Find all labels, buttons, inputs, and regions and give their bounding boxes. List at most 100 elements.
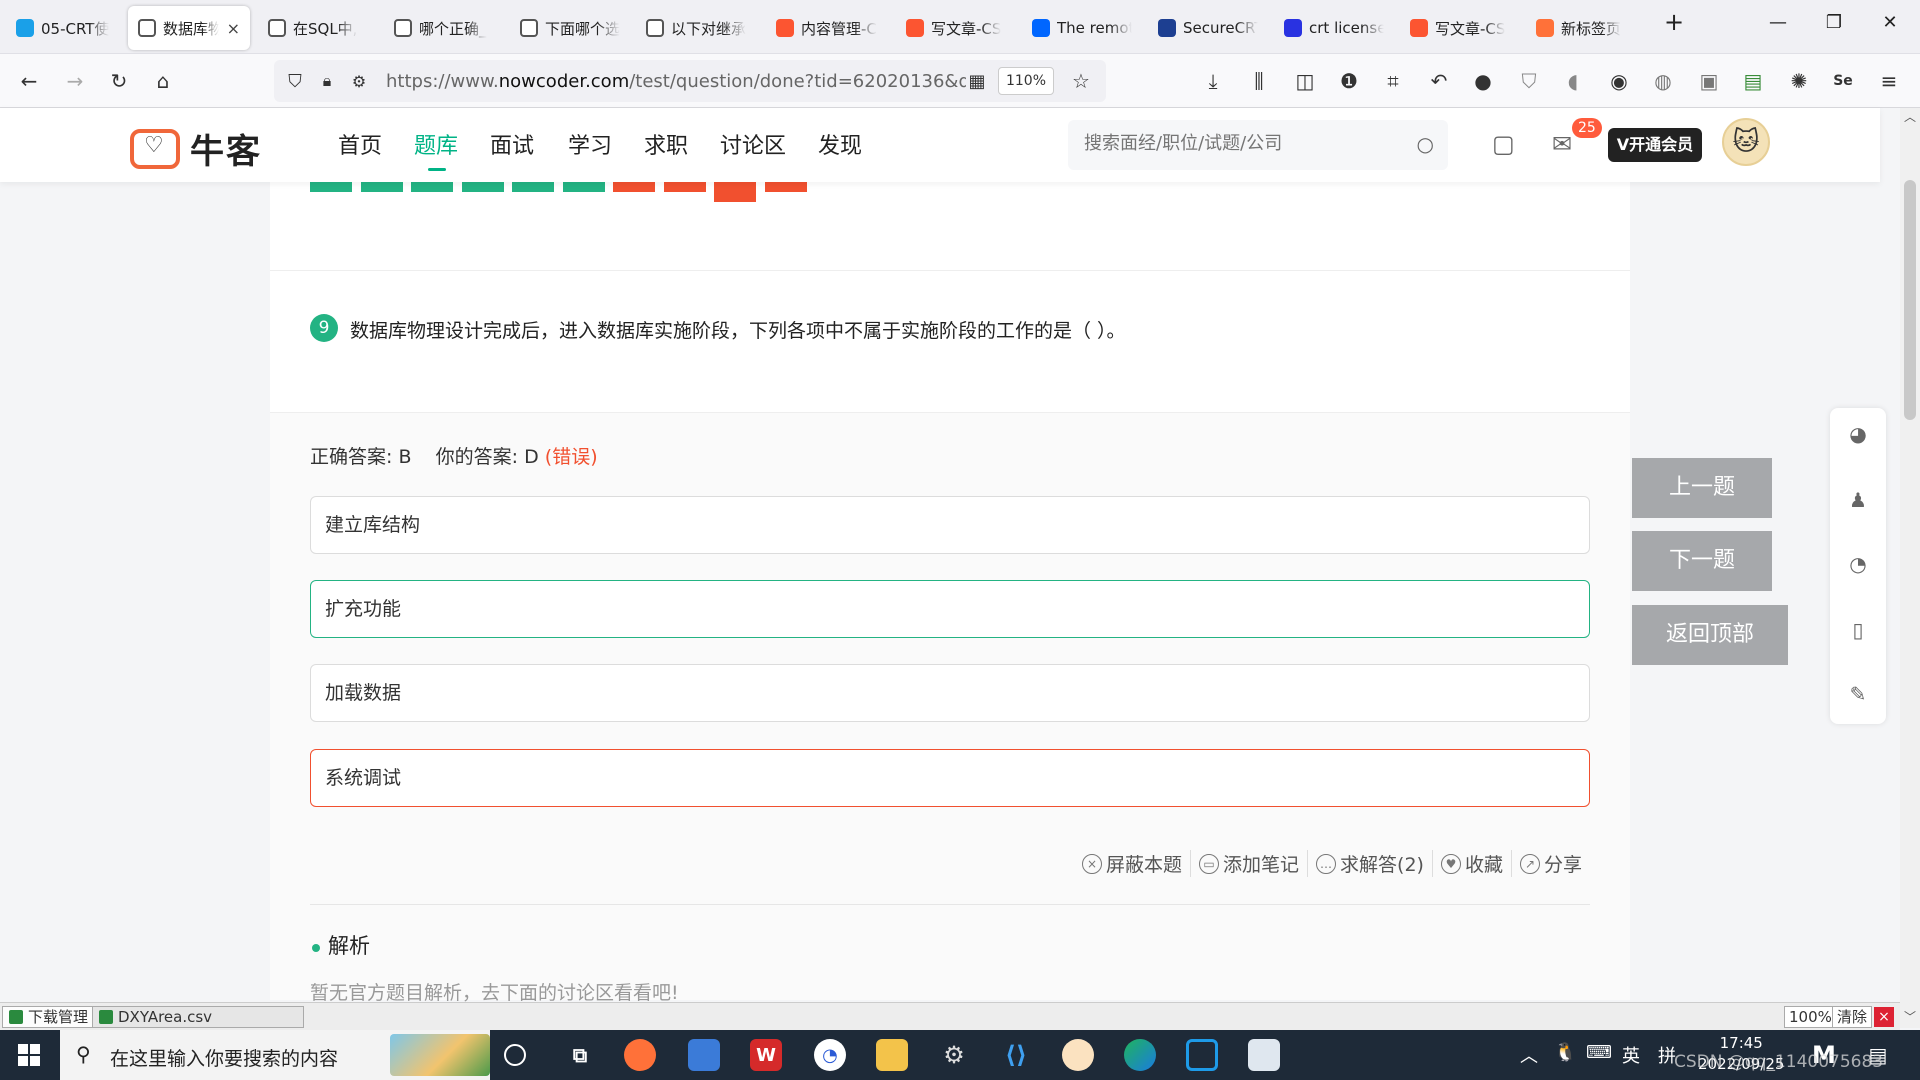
vscode-icon[interactable]: ⟨⟩ (1000, 1039, 1032, 1071)
search-icon[interactable]: ○ (1417, 132, 1434, 156)
option-a[interactable]: 建立库结构 (310, 496, 1590, 554)
shield-icon[interactable]: ⛉ (282, 68, 308, 94)
hub-icon[interactable]: ✺ (1786, 68, 1812, 94)
nav-item[interactable]: 面试 (490, 128, 534, 160)
minimize-icon[interactable]: — (1758, 12, 1798, 33)
browser-tab[interactable]: 内容管理-C (766, 6, 890, 50)
scrollbar-thumb[interactable] (1904, 180, 1916, 420)
selenium-icon[interactable]: Se (1830, 68, 1856, 94)
weibo-icon[interactable]: ◕ (1846, 422, 1870, 446)
browser-tab[interactable]: 下面哪个选 (510, 6, 630, 50)
action-note[interactable]: ▭ 添加笔记 (1190, 850, 1307, 877)
close-tab-icon[interactable]: × (227, 19, 240, 38)
permissions-icon[interactable]: ⚙ (346, 68, 372, 94)
nav-item[interactable]: 发现 (818, 128, 862, 160)
keyboard-icon[interactable]: ⌨ (1586, 1042, 1612, 1063)
virtual-machine-icon[interactable] (1186, 1039, 1218, 1071)
browser-tab[interactable]: crt license (1274, 6, 1394, 50)
browser-tab[interactable]: 在SQL中, (258, 6, 378, 50)
nav-item[interactable]: 题库 (414, 128, 458, 171)
settings-gear-icon[interactable]: ⚙ (938, 1039, 970, 1071)
tray-app-icon[interactable]: 🐧 (1554, 1042, 1576, 1063)
mail-icon[interactable]: ✉ (1552, 130, 1572, 158)
close-download-bar-icon[interactable]: × (1874, 1007, 1894, 1027)
browser-tab[interactable]: 哪个正确_ (384, 6, 504, 50)
option-b[interactable]: 扩充功能 (310, 580, 1590, 638)
clock-app-icon[interactable]: ◔ (814, 1039, 846, 1071)
feedback-icon[interactable]: ✎ (1846, 682, 1870, 706)
qq-icon[interactable]: ♟ (1846, 488, 1870, 512)
nav-item[interactable]: 求职 (644, 128, 688, 160)
site-search[interactable]: ○ (1068, 120, 1448, 170)
privacy-badger-icon[interactable]: ⛉ (1516, 68, 1542, 94)
mobile-icon[interactable]: ▯ (1846, 618, 1870, 642)
sidebar-icon[interactable]: ◫ (1292, 68, 1318, 94)
option-d[interactable]: 系统调试 (310, 749, 1590, 807)
wechat-icon[interactable]: ◔ (1846, 552, 1870, 576)
close-window-icon[interactable]: ✕ (1870, 12, 1910, 33)
action-block[interactable]: × 屏蔽本题 (1074, 850, 1190, 877)
vip-button[interactable]: V开通会员 (1608, 128, 1702, 162)
library-icon[interactable]: ⫼ (1246, 68, 1272, 94)
sheet-extension-icon[interactable]: ▤ (1740, 68, 1766, 94)
browser-tab[interactable]: 写文章-CS (1400, 6, 1520, 50)
nav-item[interactable]: 首页 (338, 128, 382, 160)
menu-icon[interactable]: ≡ (1876, 68, 1902, 94)
browser-tab[interactable]: 以下对继承 (636, 6, 758, 50)
browser-tab[interactable]: SecureCRT (1148, 6, 1268, 50)
zoom-indicator[interactable]: 110% (998, 67, 1054, 95)
action-favorite[interactable]: ♥ 收藏 (1431, 850, 1511, 877)
tray-expand-icon[interactable]: ︿ (1520, 1042, 1538, 1068)
app-taskbar-icon[interactable] (688, 1039, 720, 1071)
recruit-icon[interactable]: ▢ (1492, 130, 1515, 158)
cortana-icon[interactable] (504, 1044, 526, 1066)
clear-downloads-button[interactable]: 清除 (1832, 1006, 1873, 1028)
undo-icon[interactable]: ↶ (1426, 68, 1452, 94)
remote-desktop-icon[interactable] (1248, 1039, 1280, 1071)
browser-tab[interactable]: 新标签页 (1526, 6, 1642, 50)
downloads-icon[interactable]: ⤓ (1200, 68, 1226, 94)
nav-item[interactable]: 学习 (568, 128, 612, 160)
firefox-taskbar-icon[interactable] (624, 1039, 656, 1071)
scroll-up-icon[interactable]: ︿ (1904, 108, 1916, 125)
action-share[interactable]: ↗ 分享 (1510, 850, 1590, 877)
new-tab-button[interactable]: + (1654, 8, 1694, 36)
download-manager-item[interactable]: 下载管理 (2, 1006, 96, 1028)
file-explorer-icon[interactable] (876, 1039, 908, 1071)
edge-icon[interactable] (1124, 1039, 1156, 1071)
nowcoder-logo[interactable]: 牛客 (130, 124, 262, 173)
download-file-item[interactable]: DXYArea.csv (92, 1006, 304, 1028)
windows-start-icon[interactable] (18, 1044, 40, 1066)
search-input[interactable] (1084, 133, 1404, 154)
back-icon[interactable]: ← (16, 68, 42, 94)
prev-question-button[interactable]: 上一题 (1632, 458, 1772, 518)
forward-icon[interactable]: → (62, 68, 88, 94)
download-bar-zoom[interactable]: 100% (1784, 1006, 1837, 1028)
crop-icon[interactable]: ⌗ (1380, 68, 1406, 94)
browser-tab[interactable]: The remot (1022, 6, 1142, 50)
qq-app-icon[interactable] (1062, 1039, 1094, 1071)
browser-tab[interactable]: 写文章-CS (896, 6, 1016, 50)
browser-tab[interactable]: 数据库物 × (128, 6, 250, 50)
url-text[interactable]: https://www.nowcoder.com/test/question/d… (386, 71, 966, 92)
browser-tab[interactable]: 05-CRT使 (6, 6, 126, 50)
address-bar[interactable]: ⛉ 🔒︎ ⚙ https://www.nowcoder.com/test/que… (274, 60, 1106, 102)
lock-icon[interactable]: 🔒︎ (314, 68, 340, 94)
extension-1-icon[interactable]: ❶ (1336, 68, 1362, 94)
avatar[interactable]: 🐱 (1722, 118, 1770, 166)
restore-icon[interactable]: ❐ (1814, 12, 1854, 33)
nav-item[interactable]: 讨论区 (720, 128, 786, 160)
page-scrollbar[interactable]: ︿ ﹀ (1900, 108, 1920, 1028)
next-question-button[interactable]: 下一题 (1632, 531, 1772, 591)
ime-indicator[interactable]: 英 (1622, 1042, 1640, 1068)
pocket-icon[interactable]: ◖ (1560, 68, 1586, 94)
globe-icon[interactable]: ◍ (1650, 68, 1676, 94)
home-icon[interactable]: ⌂ (150, 68, 176, 94)
bookmark-star-icon[interactable]: ☆ (1068, 68, 1094, 94)
scroll-down-icon[interactable]: ﹀ (1904, 1008, 1916, 1025)
action-ask[interactable]: … 求解答(2) (1307, 850, 1432, 877)
option-c[interactable]: 加载数据 (310, 664, 1590, 722)
back-to-top-button[interactable]: 返回顶部 (1632, 605, 1788, 665)
qr-code-icon[interactable]: ▦ (964, 68, 990, 94)
wps-icon[interactable]: W (750, 1039, 782, 1071)
